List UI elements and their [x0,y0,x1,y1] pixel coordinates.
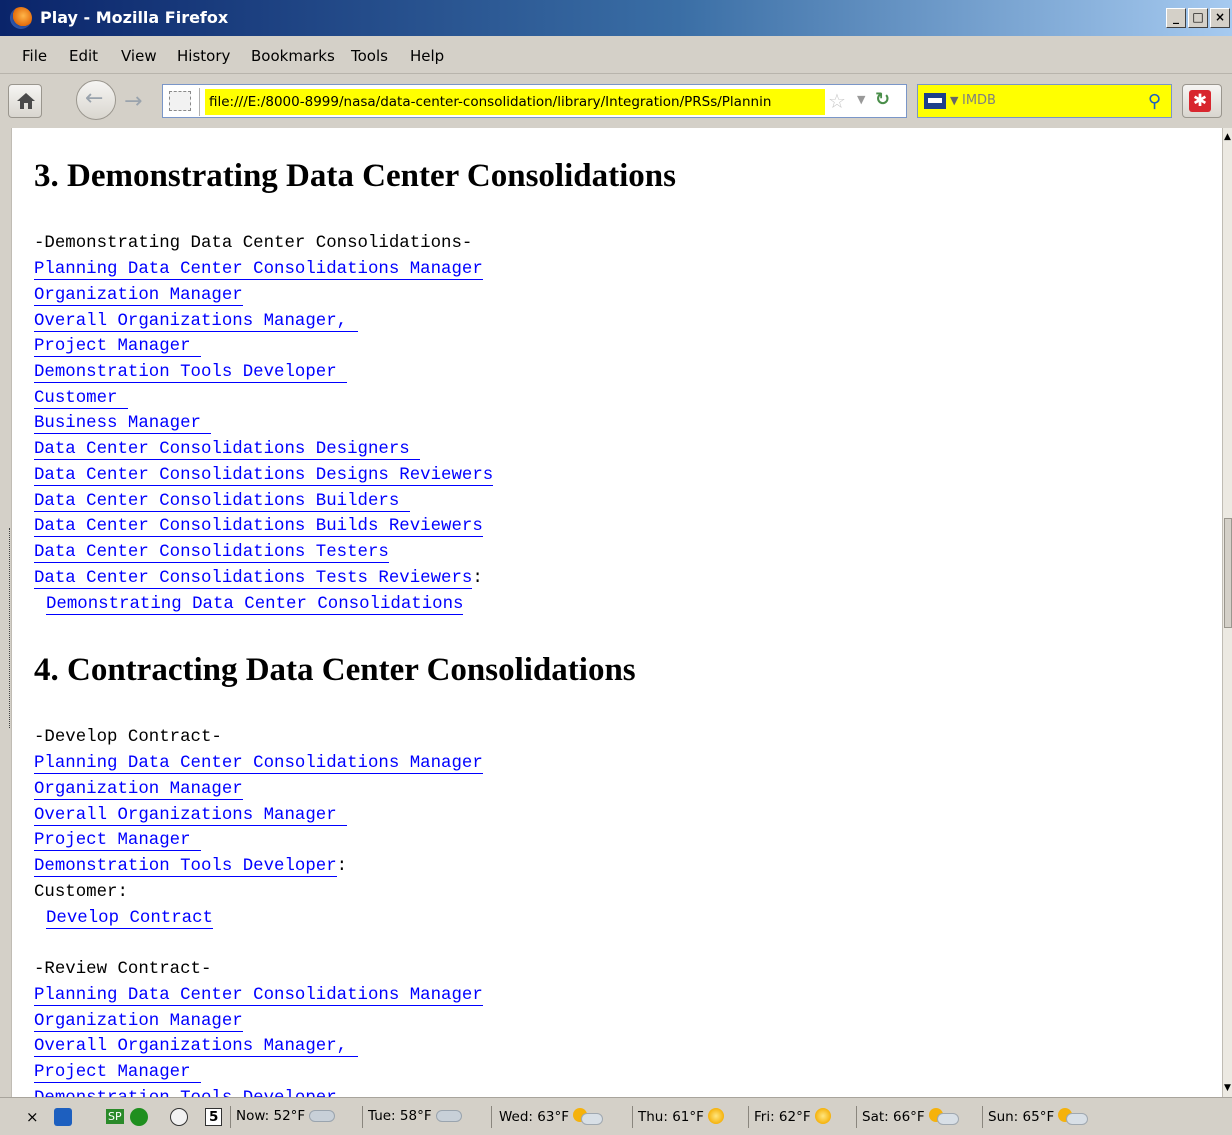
action-link[interactable]: Develop Contract [46,909,213,929]
menu-file[interactable]: File [22,47,47,65]
menu-edit[interactable]: Edit [69,47,98,65]
role-link[interactable]: Data Center Consolidations Tests Reviewe… [34,569,473,589]
role-link[interactable]: Project Manager [34,337,201,357]
page-content: 3. Demonstrating Data Center Consolidati… [0,128,1232,1097]
url-dropdown-icon[interactable]: ▼ [857,93,865,106]
cloud-icon [435,1110,462,1122]
weather-fri[interactable]: Fri: 62°F [754,1108,831,1125]
sun-icon [814,1108,831,1124]
menu-history[interactable]: History [177,47,230,65]
weather-thu[interactable]: Thu: 61°F [638,1108,724,1125]
section-heading: 4. Contracting Data Center Consolidation… [34,652,636,688]
firefox-icon [10,7,32,29]
role-link[interactable]: Planning Data Center Consolidations Mana… [34,260,483,280]
role-link[interactable]: Demonstration Tools Developer [34,1089,337,1097]
search-icon[interactable]: ⚲ [1148,91,1161,112]
customer-label: Customer: [34,883,128,902]
role-link[interactable]: Planning Data Center Consolidations Mana… [34,754,483,774]
url-bar[interactable]: file:///E:/8000-8999/nasa/data-center-co… [162,84,907,118]
section-label: -Demonstrating Data Center Consolidation… [34,234,473,253]
role-link[interactable]: Data Center Consolidations Designs Revie… [34,466,494,486]
weather-now[interactable]: Now: 52°F [236,1108,336,1124]
forward-button[interactable]: → [116,84,152,118]
cloud-icon [309,1110,336,1122]
role-link[interactable]: Project Manager [34,831,201,851]
weather-tue[interactable]: Tue: 58°F [368,1108,462,1124]
role-link[interactable]: Demonstration Tools Developer [34,363,348,383]
weather-sat[interactable]: Sat: 66°F [862,1108,959,1125]
role-link[interactable]: Project Manager [34,1063,201,1083]
home-icon [17,93,35,109]
role-link[interactable]: Data Center Consolidations Builders [34,492,410,512]
window-title-bar: Play - Mozilla Firefox _ □ × [0,0,1232,36]
action-link[interactable]: Demonstrating Data Center Consolidations [46,595,464,615]
section-heading: 3. Demonstrating Data Center Consolidati… [34,158,676,194]
url-input[interactable]: file:///E:/8000-8999/nasa/data-center-co… [205,89,825,115]
close-button[interactable]: × [1210,8,1230,28]
role-link[interactable]: Planning Data Center Consolidations Mana… [34,986,483,1006]
search-bar[interactable]: ▼ IMDB ⚲ [917,84,1172,118]
role-link[interactable]: Overall Organizations Manager, [34,1037,358,1057]
back-arrow-icon: ← [85,86,104,111]
role-link[interactable]: Data Center Consolidations Testers [34,543,389,563]
left-frame-border [0,128,12,1097]
addon-x-icon[interactable] [54,1108,72,1126]
search-input[interactable]: IMDB [962,93,996,108]
calendar-icon[interactable]: 5 [205,1108,223,1126]
role-link[interactable]: Overall Organizations Manager [34,806,348,826]
forward-arrow-icon: → [124,89,143,114]
menu-bookmarks[interactable]: Bookmarks [251,47,335,65]
search-engine-icon[interactable] [924,93,946,109]
window-title: Play - Mozilla Firefox [40,8,229,27]
sun-cloud-icon [1058,1108,1089,1125]
sp-icon[interactable]: SP [106,1109,124,1124]
reload-icon[interactable]: ↻ [875,89,890,110]
role-link[interactable]: Organization Manager [34,286,243,306]
addon-button[interactable]: ✱ [1182,84,1222,118]
close-addon-bar-icon[interactable]: × [26,1108,39,1126]
role-link[interactable]: Overall Organizations Manager, [34,312,358,332]
scrollbar-thumb[interactable] [1224,518,1232,628]
weather-wed[interactable]: Wed: 63°F [499,1108,603,1125]
navigation-toolbar: ← → file:///E:/8000-8999/nasa/data-cente… [0,74,1232,128]
green-globe-icon[interactable] [130,1108,148,1126]
bookmark-star-icon[interactable]: ☆ [828,89,846,113]
weather-sun[interactable]: Sun: 65°F [988,1108,1089,1125]
role-link[interactable]: Organization Manager [34,780,243,800]
role-link[interactable]: Data Center Consolidations Designers [34,440,421,460]
role-link[interactable]: Organization Manager [34,1012,243,1032]
back-button[interactable]: ← [76,80,116,120]
role-link[interactable]: Customer [34,389,128,409]
status-bar: × SP 5 Now: 52°F Tue: 58°F Wed: 63°F Thu… [0,1097,1232,1135]
sun-cloud-icon [572,1108,603,1125]
clock-icon[interactable] [170,1108,188,1126]
maximize-button[interactable]: □ [1188,8,1208,28]
minimize-button[interactable]: _ [1166,8,1186,28]
scroll-up-icon[interactable]: ▲ [1224,132,1231,142]
vertical-scrollbar[interactable]: ▲ ▼ [1222,128,1232,1097]
sun-cloud-icon [928,1108,959,1125]
menu-bar: File Edit View History Bookmarks Tools H… [0,36,1232,74]
menu-view[interactable]: View [121,47,157,65]
menu-help[interactable]: Help [410,47,444,65]
menu-tools[interactable]: Tools [351,47,388,65]
search-engine-dropdown-icon[interactable]: ▼ [950,94,958,107]
sun-icon [707,1108,724,1124]
link-suffix: : [472,569,483,588]
scroll-down-icon[interactable]: ▼ [1224,1083,1231,1093]
group-label: -Review Contract- [34,960,212,979]
addon-icon: ✱ [1189,90,1211,112]
site-identity-icon[interactable] [169,91,191,111]
group-label: -Develop Contract- [34,728,222,747]
role-link[interactable]: Business Manager [34,414,212,434]
home-button[interactable] [8,84,42,118]
role-link[interactable]: Demonstration Tools Developer [34,857,337,877]
role-link[interactable]: Data Center Consolidations Builds Review… [34,517,483,537]
link-suffix: : [336,857,348,876]
